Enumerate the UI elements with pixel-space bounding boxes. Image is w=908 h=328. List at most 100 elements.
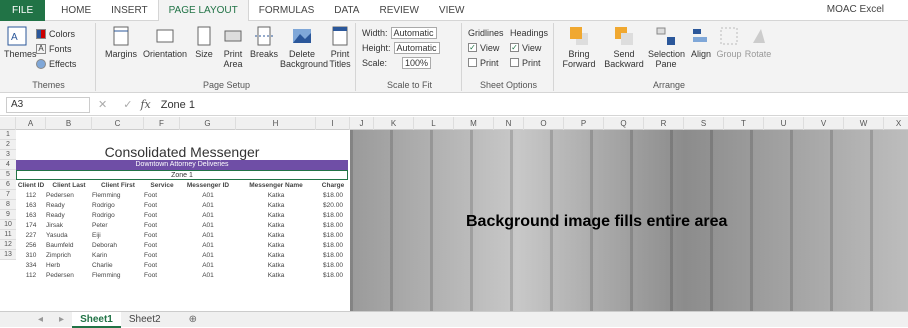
table-cell[interactable]: A01 [180,200,236,210]
table-cell[interactable]: Jirsak [46,220,92,230]
tab-view[interactable]: VIEW [429,0,475,21]
table-cell[interactable]: A01 [180,240,236,250]
table-cell[interactable]: 310 [16,250,46,260]
column-header[interactable]: M [454,117,494,130]
table-cell[interactable]: Foot [144,190,180,200]
column-header[interactable]: G [180,117,236,130]
table-cell[interactable]: Herb [46,260,92,270]
table-cell[interactable]: Eiji [92,230,144,240]
effects-button[interactable]: Effects [36,57,76,70]
table-cell[interactable]: Katka [236,250,316,260]
column-header[interactable]: S [684,117,724,130]
column-header[interactable]: T [724,117,764,130]
table-cell[interactable]: Foot [144,270,180,280]
table-cell[interactable]: $18.00 [316,230,350,240]
column-header[interactable]: B [46,117,92,130]
table-cell[interactable]: Katka [236,190,316,200]
new-sheet-button[interactable]: ⊕ [181,312,205,328]
row-header[interactable]: 1 [0,130,16,140]
table-cell[interactable]: Yasuda [46,230,92,240]
table-cell[interactable]: Ready [46,210,92,220]
scale-control[interactable]: Scale: 100% [362,56,432,69]
scroll-right-icon[interactable]: ▸ [51,312,72,328]
formula-input[interactable]: Zone 1 [161,99,195,111]
table-cell[interactable]: Deborah [92,240,144,250]
tab-insert[interactable]: INSERT [101,0,158,21]
tab-review[interactable]: REVIEW [369,0,428,21]
table-cell[interactable]: $18.00 [316,240,350,250]
table-cell[interactable]: Zimprich [46,250,92,260]
table-cell[interactable]: $18.00 [316,210,350,220]
table-cell[interactable]: Peter [92,220,144,230]
column-header[interactable]: K [374,117,414,130]
table-cell[interactable]: $20.00 [316,200,350,210]
column-header[interactable]: N [494,117,524,130]
send-backward-button[interactable]: Send Backward [602,25,646,69]
column-header[interactable]: F [144,117,180,130]
table-cell[interactable]: $18.00 [316,260,350,270]
headings-print-checkbox[interactable]: Print [510,56,541,69]
orientation-button[interactable]: Orientation [142,25,188,59]
row-header[interactable]: 4 [0,160,16,170]
row-header[interactable]: 13 [0,250,16,260]
align-button[interactable]: Align [688,25,714,59]
gridlines-view-checkbox[interactable]: ✓ View [468,41,499,54]
table-cell[interactable]: Flemming [92,190,144,200]
tab-formulas[interactable]: FORMULAS [249,0,325,21]
bring-forward-button[interactable]: Bring Forward [558,25,600,69]
table-cell[interactable]: Foot [144,210,180,220]
cancel-icon[interactable]: ✕ [98,98,107,111]
table-cell[interactable]: 112 [16,190,46,200]
table-cell[interactable]: Charlie [92,260,144,270]
column-header[interactable]: W [844,117,884,130]
table-cell[interactable]: A01 [180,250,236,260]
column-header[interactable]: L [414,117,454,130]
scroll-left-icon[interactable]: ◂ [30,312,51,328]
row-header[interactable]: 10 [0,220,16,230]
column-header[interactable]: Q [604,117,644,130]
tab-home[interactable]: HOME [51,0,101,21]
row-header[interactable]: 2 [0,140,16,150]
height-control[interactable]: Height: Automatic [362,41,440,54]
rotate-button[interactable]: Rotate [744,25,772,59]
fonts-button[interactable]: A Fonts [36,42,72,55]
column-header[interactable]: J [350,117,374,130]
table-cell[interactable]: Foot [144,260,180,270]
table-cell[interactable]: A01 [180,210,236,220]
table-cell[interactable]: $18.00 [316,220,350,230]
table-cell[interactable]: Ready [46,200,92,210]
enter-icon[interactable]: ✓ [123,98,132,111]
table-cell[interactable]: Katka [236,200,316,210]
row-header[interactable]: 5 [0,170,16,180]
headings-view-checkbox[interactable]: ✓ View [510,41,541,54]
column-header[interactable]: U [764,117,804,130]
tab-page-layout[interactable]: PAGE LAYOUT [157,0,249,21]
column-header[interactable]: H [236,117,316,130]
worksheet-grid[interactable]: ABCFGHIJKLMNOPQRSTUVWX 1 2 3 4 5 6 7 8 9 10 11 12 13… [0,117,908,311]
sheet-tab-sheet2[interactable]: Sheet2 [121,312,169,328]
table-cell[interactable]: Foot [144,200,180,210]
table-cell[interactable]: Flemming [92,270,144,280]
gridlines-print-checkbox[interactable]: Print [468,56,499,69]
colors-button[interactable]: Colors [36,27,75,40]
table-cell[interactable]: 227 [16,230,46,240]
table-cell[interactable]: A01 [180,230,236,240]
print-area-button[interactable]: Print Area [218,25,248,69]
sheet-tab-sheet1[interactable]: Sheet1 [72,311,121,328]
group-button[interactable]: Group [716,25,742,59]
select-all-corner[interactable] [0,117,16,130]
column-header[interactable]: X [884,117,908,130]
table-cell[interactable]: Pedersen [46,270,92,280]
breaks-button[interactable]: Breaks [250,25,278,59]
table-cell[interactable]: Katka [236,210,316,220]
table-cell[interactable]: Foot [144,240,180,250]
insert-function-icon[interactable]: fx [140,98,150,111]
column-header[interactable]: A [16,117,46,130]
table-cell[interactable]: Rodrigo [92,210,144,220]
delete-background-button[interactable]: Delete Background [280,25,328,69]
margins-button[interactable]: Margins [104,25,138,59]
column-header[interactable]: V [804,117,844,130]
table-cell[interactable]: Foot [144,250,180,260]
table-cell[interactable]: Foot [144,230,180,240]
width-select[interactable]: Automatic [390,26,437,39]
